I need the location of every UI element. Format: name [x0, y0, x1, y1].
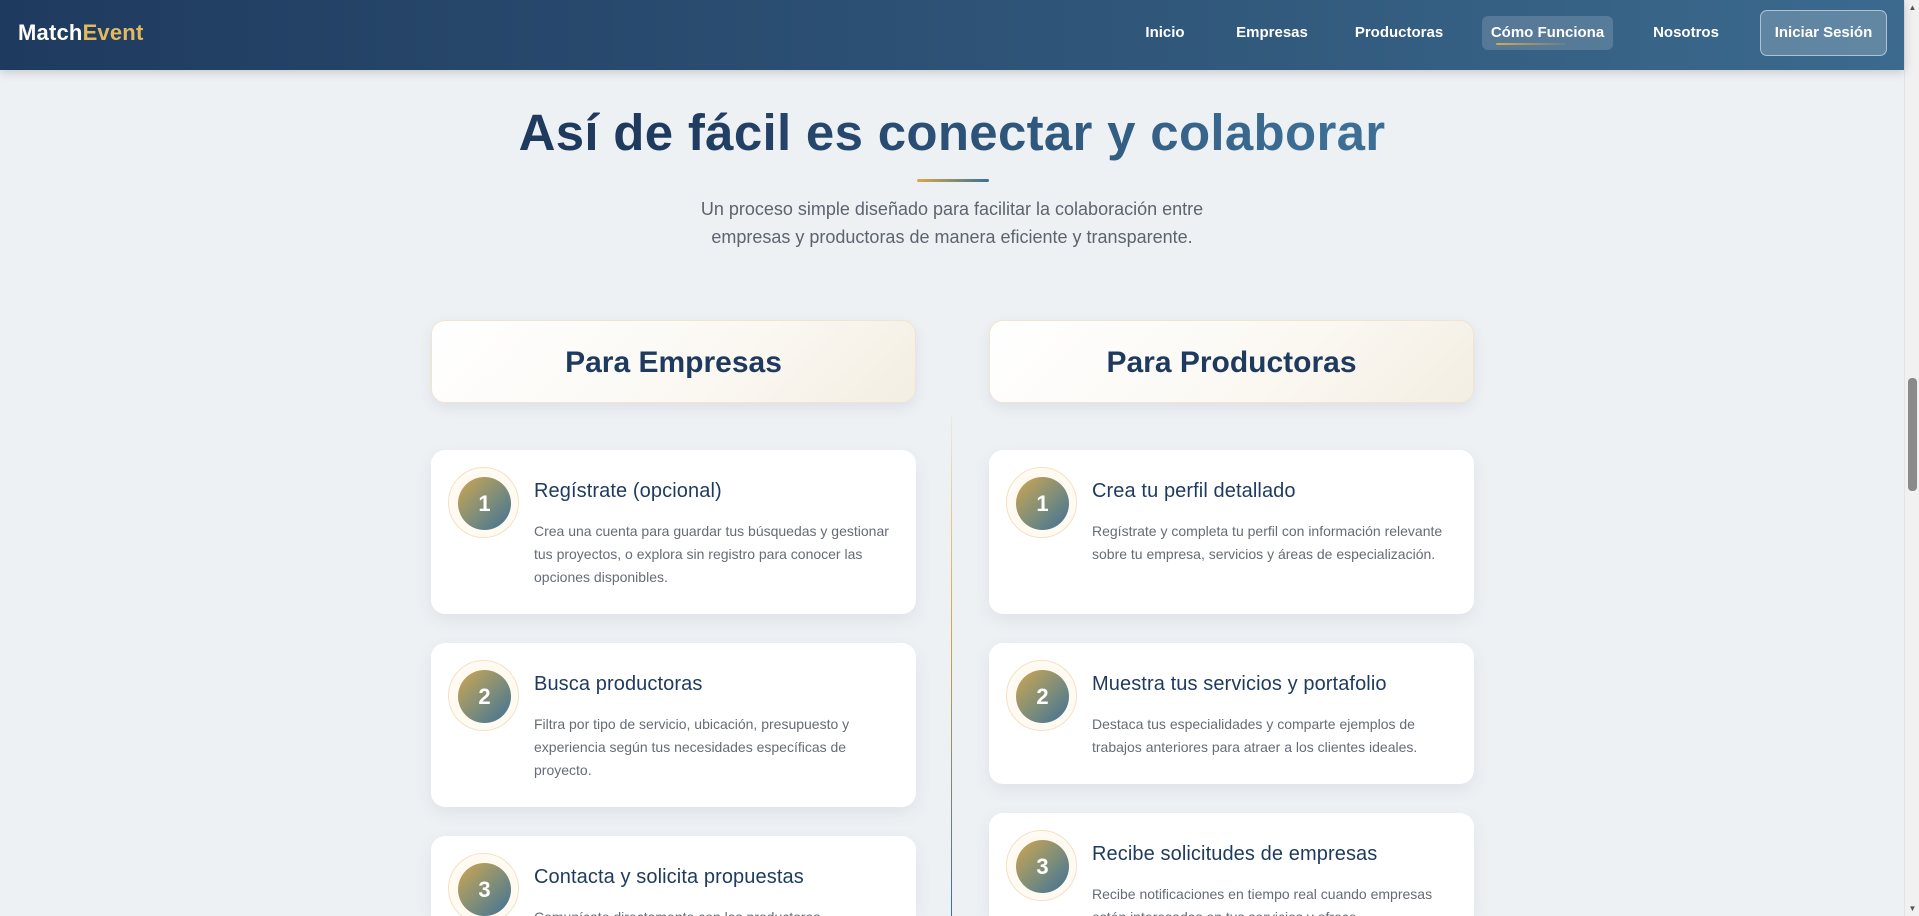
login-button[interactable]: Iniciar Sesión [1760, 10, 1887, 56]
step-number-badge: 3 [448, 853, 519, 916]
nav-link-nosotros[interactable]: Nosotros [1645, 16, 1727, 50]
step-description: Regístrate y completa tu perfil con info… [1092, 523, 1443, 562]
nav-link-empresas[interactable]: Empresas [1229, 16, 1315, 50]
empresas-step-card: 3 Contacta y solicita propuestas Comuníc… [431, 836, 916, 916]
section-title: Así de fácil es conectar y colaborar [0, 103, 1904, 162]
empresas-step-card: 1 Regístrate (opcional) Crea una cuenta … [431, 450, 916, 614]
brand-name-part2: Event [82, 20, 144, 45]
title-accent-line [917, 179, 989, 182]
column-divider [951, 415, 952, 916]
nav-link-como-funciona[interactable]: Cómo Funciona [1482, 16, 1613, 50]
scrollbar-thumb[interactable] [1908, 378, 1917, 491]
empresas-step-card: 2 Busca productoras Filtra por tipo de s… [431, 643, 916, 807]
productoras-step-card: 3 Recibe solicitudes de empresas Recibe … [989, 813, 1474, 916]
step-number-badge: 2 [448, 660, 519, 731]
productoras-step-card: 2 Muestra tus servicios y portafolio Des… [989, 643, 1474, 784]
nav-link-productoras[interactable]: Productoras [1347, 16, 1451, 50]
section-subtitle: Un proceso simple diseñado para facilita… [0, 195, 1904, 251]
active-nav-underline [1496, 43, 1566, 45]
scroll-down-arrow-icon[interactable]: ▼ [1905, 901, 1919, 916]
step-number: 1 [1016, 477, 1069, 530]
step-number-badge: 3 [1006, 830, 1077, 901]
step-number: 1 [458, 477, 511, 530]
step-description: Filtra por tipo de servicio, ubicación, … [534, 716, 850, 778]
scroll-up-arrow-icon[interactable]: ▲ [1905, 0, 1919, 15]
empresas-column-header: Para Empresas [431, 320, 916, 403]
step-number: 3 [458, 863, 511, 916]
step-title: Crea tu perfil detallado [1092, 480, 1296, 502]
step-title: Muestra tus servicios y portafolio [1092, 673, 1387, 695]
nav-link-inicio[interactable]: Inicio [1133, 16, 1197, 50]
step-title: Contacta y solicita propuestas [534, 866, 804, 888]
step-number: 2 [1016, 670, 1069, 723]
nav-link-como-funciona-label: Cómo Funciona [1490, 24, 1605, 41]
step-description: Crea una cuenta para guardar tus búsqued… [534, 523, 889, 585]
step-number: 3 [1016, 840, 1069, 893]
page-scrollbar[interactable]: ▲ ▼ [1904, 0, 1919, 916]
top-navbar: MatchEvent Inicio Empresas Productoras C… [0, 0, 1904, 70]
step-description: Destaca tus especialidades y comparte ej… [1092, 716, 1418, 755]
step-title: Recibe solicitudes de empresas [1092, 843, 1378, 865]
subtitle-line-2: empresas y productoras de manera eficien… [711, 227, 1193, 247]
step-title: Busca productoras [534, 673, 703, 695]
step-number-badge: 1 [448, 467, 519, 538]
step-title: Regístrate (opcional) [534, 480, 722, 502]
step-number: 2 [458, 670, 511, 723]
step-number-badge: 2 [1006, 660, 1077, 731]
step-description: Comunícate directamente con las producto… [534, 906, 894, 916]
brand-logo[interactable]: MatchEvent [18, 20, 143, 46]
productoras-step-card: 1 Crea tu perfil detallado Regístrate y … [989, 450, 1474, 614]
step-number-badge: 1 [1006, 467, 1077, 538]
brand-name-part1: Match [18, 20, 83, 45]
subtitle-line-1: Un proceso simple diseñado para facilita… [700, 199, 1204, 219]
step-description: Recibe notificaciones en tiempo real cua… [1092, 886, 1433, 916]
productoras-column-header: Para Productoras [989, 320, 1474, 403]
